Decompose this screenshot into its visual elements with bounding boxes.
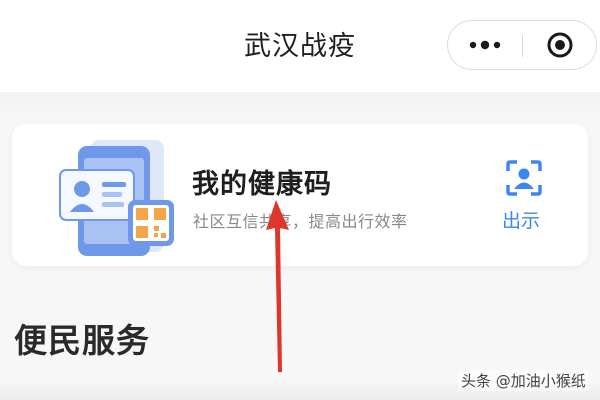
target-close-icon bbox=[547, 32, 573, 58]
watermark-text: 头条 @加油小猴纸 bbox=[458, 370, 589, 391]
health-code-title: 我的健康码 bbox=[192, 169, 332, 200]
navigation-bar: 武汉战疫 bbox=[0, 0, 600, 92]
more-button[interactable] bbox=[448, 21, 522, 69]
show-code-button[interactable]: 出示 bbox=[502, 206, 540, 233]
more-dots-icon bbox=[469, 40, 501, 50]
close-button[interactable] bbox=[523, 21, 597, 69]
phone-id-qrcode-illustration bbox=[59, 140, 174, 256]
red-up-arrow-icon bbox=[266, 200, 289, 372]
miniprogram-capsule bbox=[447, 20, 597, 70]
header-divider-band bbox=[0, 92, 600, 118]
scan-person-icon[interactable] bbox=[506, 160, 542, 196]
section-title-services: 便民服务 bbox=[14, 321, 150, 360]
